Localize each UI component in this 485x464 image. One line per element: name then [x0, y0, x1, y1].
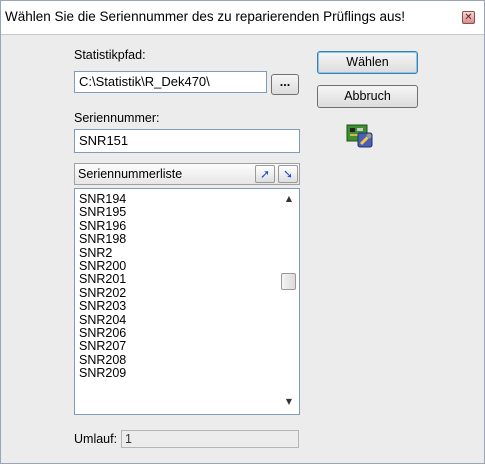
- scroll-up-icon[interactable]: ▲: [279, 191, 299, 207]
- close-icon: ✕: [464, 12, 473, 23]
- sort-up-button[interactable]: ➚: [255, 165, 275, 183]
- seriennummer-input[interactable]: SNR151: [74, 129, 300, 153]
- list-item[interactable]: SNR200: [79, 259, 275, 273]
- statistik-label: Statistikpfad:: [74, 48, 146, 62]
- umlauf-field: 1: [121, 430, 299, 448]
- arrow-down-icon: ➘: [282, 167, 294, 181]
- list-item[interactable]: SNR2: [79, 246, 275, 260]
- repair-board-icon: [344, 119, 376, 151]
- sort-down-button[interactable]: ➘: [278, 165, 298, 183]
- serial-number-list[interactable]: SNR194 SNR195 SNR196 SNR198 SNR2 SNR200 SNR201…: [74, 188, 300, 415]
- close-button[interactable]: ✕: [462, 11, 475, 24]
- list-item[interactable]: SNR196: [79, 219, 275, 233]
- cancel-button[interactable]: Abbruch: [317, 85, 418, 108]
- list-item[interactable]: SNR204: [79, 313, 275, 327]
- list-item[interactable]: SNR206: [79, 326, 275, 340]
- dialog-window: Wählen Sie die Seriennummer des zu repar…: [0, 0, 485, 464]
- umlauf-label: Umlauf:: [74, 432, 118, 446]
- browse-button[interactable]: ...: [271, 74, 299, 95]
- list-header-label: Seriennummerliste: [78, 167, 183, 181]
- list-item[interactable]: SNR198: [79, 232, 275, 246]
- arrow-up-icon: ➚: [259, 167, 271, 181]
- list-item[interactable]: SNR201: [79, 273, 275, 286]
- dialog-title: Wählen Sie die Seriennummer des zu repar…: [5, 9, 405, 24]
- list-item[interactable]: SNR209: [79, 366, 275, 380]
- list-item[interactable]: SNR194: [79, 192, 275, 206]
- list-item[interactable]: SNR202: [79, 286, 275, 300]
- title-bar: Wählen Sie die Seriennummer des zu repar…: [1, 1, 484, 35]
- list-item[interactable]: SNR195: [79, 206, 275, 219]
- scrollbar-thumb[interactable]: [281, 273, 296, 290]
- select-button[interactable]: Wählen: [317, 51, 418, 74]
- seriennummer-label: Seriennummer:: [74, 111, 160, 125]
- list-header: Seriennummerliste ➚ ➘: [74, 163, 300, 185]
- list-items: SNR194 SNR195 SNR196 SNR198 SNR2 SNR200 SNR201…: [79, 192, 275, 380]
- list-item[interactable]: SNR203: [79, 299, 275, 313]
- vertical-scrollbar[interactable]: ▲ ▼: [279, 189, 299, 414]
- statistik-path-input[interactable]: C:\Statistik\R_Dek470\: [74, 71, 267, 93]
- list-item[interactable]: SNR208: [79, 353, 275, 367]
- scroll-down-icon[interactable]: ▼: [279, 394, 299, 410]
- list-item[interactable]: SNR207: [79, 340, 275, 353]
